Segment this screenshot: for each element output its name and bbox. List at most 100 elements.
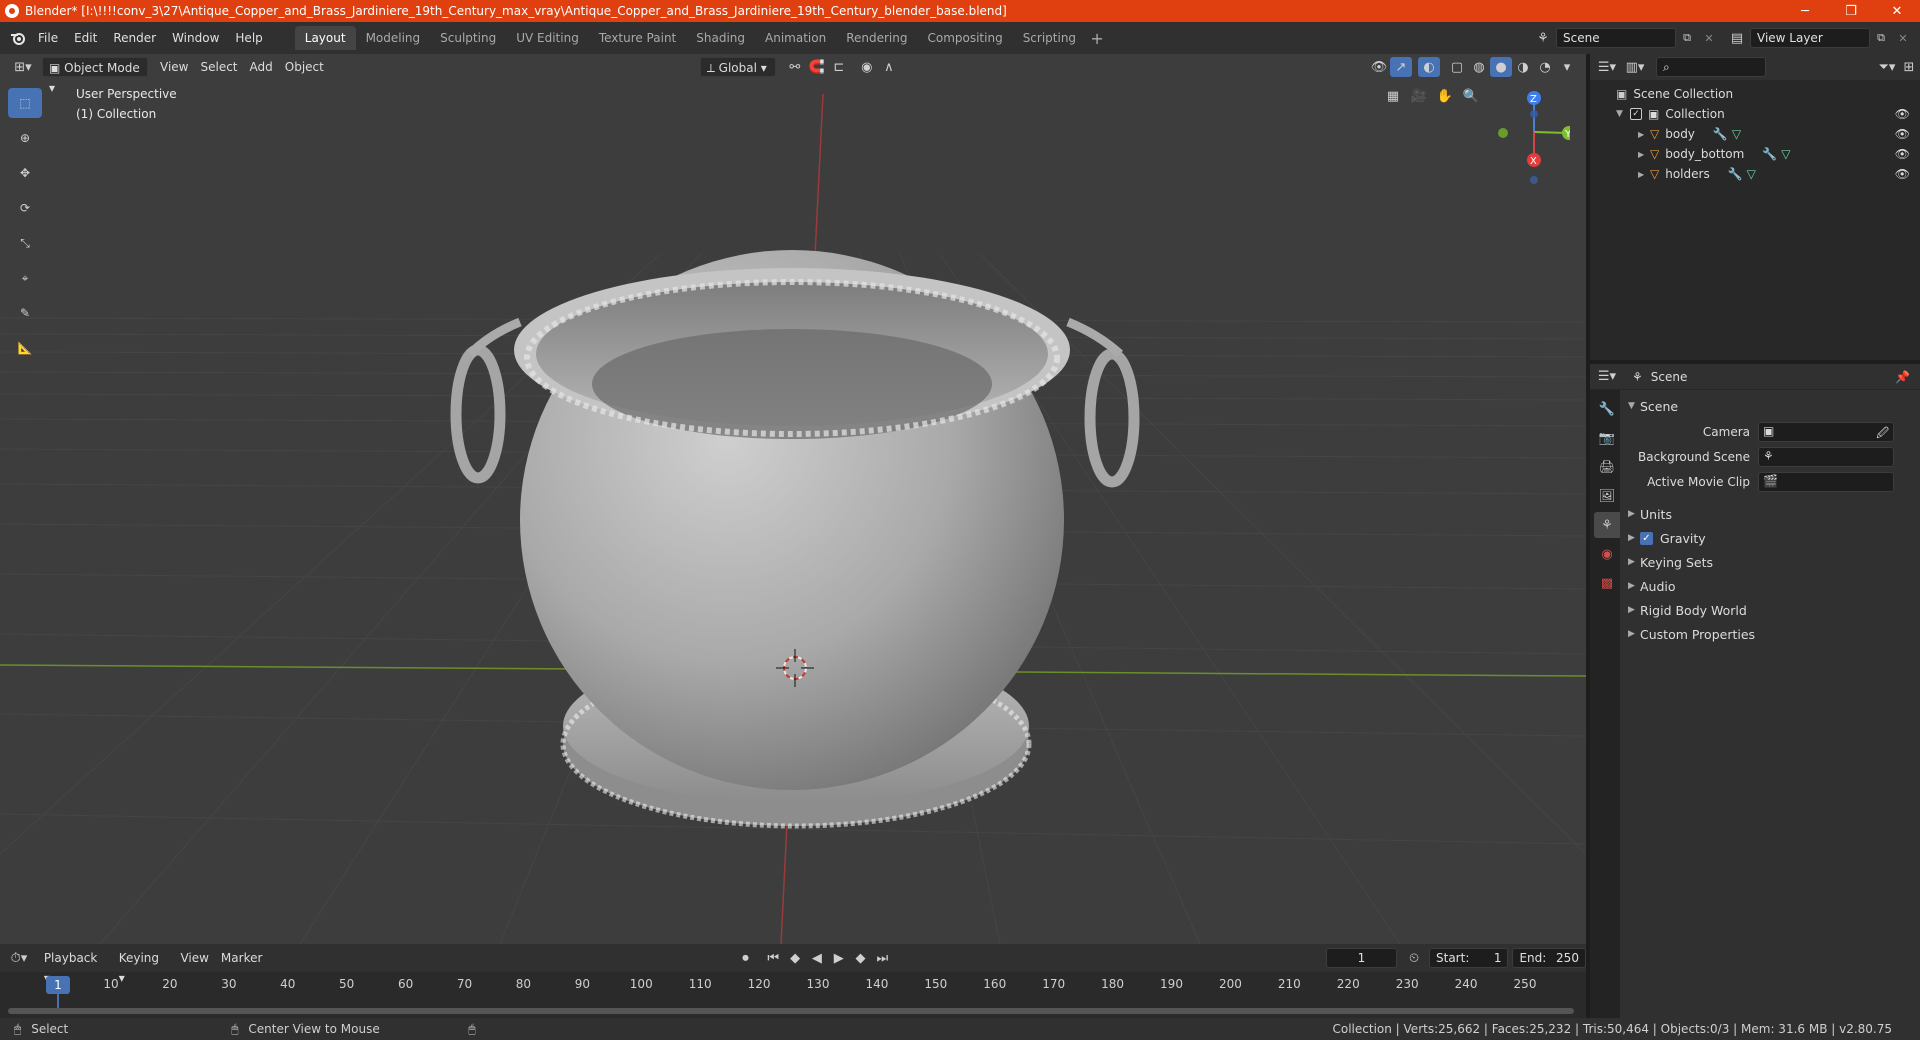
outliner-search-input[interactable]: ⌕ (1656, 57, 1766, 77)
camera-view-icon[interactable]: 🎥 (1408, 86, 1430, 106)
next-keyframe-icon[interactable]: ◆ (850, 948, 872, 968)
outliner-object-holders[interactable]: ▶ ▽ holders 🔧 ▽ 👁 (1590, 164, 1920, 184)
falloff-icon[interactable]: ∧ (878, 57, 900, 77)
menu-help[interactable]: Help (227, 26, 270, 50)
audio-section[interactable]: ▶ Audio (1620, 574, 1920, 598)
expand-arrow-icon[interactable]: ▶ (1638, 170, 1650, 179)
expand-arrow-icon[interactable]: ▶ (1638, 130, 1650, 139)
viewport-menu-object[interactable]: Object (279, 57, 330, 77)
solid-shading-icon[interactable]: ● (1490, 57, 1512, 77)
pan-hand-icon[interactable]: ✋ (1434, 86, 1456, 106)
background-scene-field[interactable]: ⚘ (1758, 447, 1894, 467)
jump-end-icon[interactable]: ⏭ (871, 948, 893, 968)
material-shading-icon[interactable]: ◑ (1512, 57, 1534, 77)
scale-tool-icon[interactable]: ⤡ (8, 228, 42, 258)
restore-button[interactable]: ❐ (1828, 0, 1874, 22)
active-movie-clip-field[interactable]: 🎬 (1758, 472, 1894, 492)
end-frame-field[interactable]: End: 250 (1512, 948, 1586, 968)
custom-properties-section[interactable]: ▶ Custom Properties (1620, 622, 1920, 646)
annotate-tool-icon[interactable]: ✎ (8, 298, 42, 328)
tab-rendering[interactable]: Rendering (836, 26, 917, 50)
tab-texture-paint[interactable]: Texture Paint (589, 26, 686, 50)
menu-edit[interactable]: Edit (66, 26, 105, 50)
modifier-wrench-icon[interactable]: 🔧 (1728, 167, 1743, 181)
new-view-layer-icon[interactable]: ⧉ (1870, 28, 1892, 48)
timeline-scrollbar[interactable] (8, 1008, 1574, 1014)
outliner-object-body[interactable]: ▶ ▽ body 🔧 ▽ 👁 (1590, 124, 1920, 144)
cursor-tool-icon[interactable]: ⊕ (8, 123, 42, 153)
menu-render[interactable]: Render (105, 26, 164, 50)
play-reverse-icon[interactable]: ◀ (806, 948, 828, 968)
blender-menu-icon[interactable] (6, 28, 30, 48)
tab-compositing[interactable]: Compositing (917, 26, 1012, 50)
delete-scene-icon[interactable]: ✕ (1698, 28, 1720, 48)
tab-scripting[interactable]: Scripting (1013, 26, 1086, 50)
eyedropper-icon[interactable]: 🖉 (1876, 424, 1889, 445)
timeline-menu-view[interactable]: View (174, 948, 214, 968)
display-mode-icon[interactable]: ▥▾ (1624, 57, 1646, 77)
tab-animation[interactable]: Animation (755, 26, 836, 50)
jump-start-icon[interactable]: ⏮ (762, 948, 784, 968)
view-layer-tab-icon[interactable]: 🖼 (1594, 483, 1620, 509)
collection-checkbox[interactable]: ✓ (1630, 108, 1642, 120)
expand-arrow-icon[interactable]: ▼ (1616, 109, 1630, 119)
gravity-section[interactable]: ▶ ✓ Gravity (1620, 526, 1920, 550)
delete-view-layer-icon[interactable]: ✕ (1892, 28, 1914, 48)
visibility-icon[interactable]: 👁 (1368, 57, 1390, 77)
left-handle[interactable] (450, 344, 506, 484)
timeline-menu-keying[interactable]: Keying ▾ (113, 948, 175, 985)
viewport-menu-view[interactable]: View (154, 57, 194, 77)
modifier-wrench-icon[interactable]: 🔧 (1762, 147, 1777, 161)
minimize-button[interactable]: ─ (1782, 0, 1828, 22)
wireframe-shading-icon[interactable]: ◍ (1468, 57, 1490, 77)
gizmo-toggle-icon[interactable]: ↗ (1390, 57, 1412, 77)
texture-tab-icon[interactable]: ▩ (1594, 570, 1620, 596)
render-icon[interactable]: 📷 (1594, 425, 1620, 451)
modifier-wrench-icon[interactable]: 🔧 (1713, 127, 1728, 141)
timeline-editor-icon[interactable]: ⏱▾ (8, 948, 30, 968)
tab-layout[interactable]: Layout (294, 26, 356, 50)
grid-view-icon[interactable]: ▦ (1382, 86, 1404, 106)
pin-icon[interactable]: 📌 (1895, 370, 1910, 384)
viewport-menu-add[interactable]: Add (244, 57, 279, 77)
menu-window[interactable]: Window (164, 26, 227, 50)
move-tool-icon[interactable]: ✥ (8, 158, 42, 188)
mesh-data-icon[interactable]: ▽ (1747, 167, 1895, 181)
snap-icon[interactable]: 🧲 (806, 57, 828, 77)
xray-icon[interactable]: ▢ (1446, 57, 1468, 77)
editor-type-icon[interactable]: ⊞▾ (8, 57, 38, 77)
outliner-collection[interactable]: ▼ ✓ ▣ Collection 👁 (1590, 104, 1920, 124)
playhead-frame[interactable]: 1 (46, 976, 70, 994)
timeline-menu-playback[interactable]: Playback ▾ (38, 948, 113, 985)
current-frame-field[interactable]: 1 (1325, 948, 1398, 968)
units-section[interactable]: ▶ Units (1620, 502, 1920, 526)
transform-tool-icon[interactable]: ⌖ (8, 263, 42, 293)
start-frame-field[interactable]: Start: 1 (1429, 948, 1509, 968)
view-layer-field[interactable]: View Layer (1750, 28, 1870, 48)
world-tab-icon[interactable]: ◉ (1594, 541, 1620, 567)
timeline-ruler[interactable]: 10 20 30 40 50 60 70 80 90 100 110 120 130 140 150 160 1… (0, 972, 1586, 1018)
tool-settings-icon[interactable]: 🔧 (1594, 396, 1620, 422)
filter-icon[interactable]: ⏷▾ (1876, 57, 1898, 77)
measure-tool-icon[interactable]: 📐 (8, 333, 42, 363)
rotate-tool-icon[interactable]: ⟳ (8, 193, 42, 223)
object-eye-icon[interactable]: 👁 (1895, 167, 1910, 181)
shading-options-icon[interactable]: ▾ (1556, 57, 1578, 77)
object-eye-icon[interactable]: 👁 (1895, 127, 1910, 141)
outliner-scene-collection[interactable]: ▣ Scene Collection (1590, 84, 1920, 104)
proportional-edit-icon[interactable]: ◉ (856, 57, 878, 77)
orientation-dropdown[interactable]: ⟂ Global ▾ (699, 57, 776, 77)
3d-viewport[interactable]: ⊞▾ ▣ Object Mode ▾ View Select Add Objec… (0, 54, 1586, 944)
pivot-icon[interactable]: ⚯ (784, 57, 806, 77)
rigid-body-world-section[interactable]: ▶ Rigid Body World (1620, 598, 1920, 622)
collection-eye-icon[interactable]: 👁 (1895, 107, 1910, 121)
viewport-menu-select[interactable]: Select (194, 57, 243, 77)
keying-sets-section[interactable]: ▶ Keying Sets (1620, 550, 1920, 574)
play-icon[interactable]: ▶ (828, 948, 850, 968)
tab-shading[interactable]: Shading (686, 26, 755, 50)
timeline-menu-marker[interactable]: Marker (215, 948, 268, 968)
rendered-shading-icon[interactable]: ◔ (1534, 57, 1556, 77)
right-handle[interactable] (1084, 348, 1140, 488)
prev-keyframe-icon[interactable]: ◆ (784, 948, 806, 968)
output-icon[interactable]: 🖨 (1594, 454, 1620, 480)
